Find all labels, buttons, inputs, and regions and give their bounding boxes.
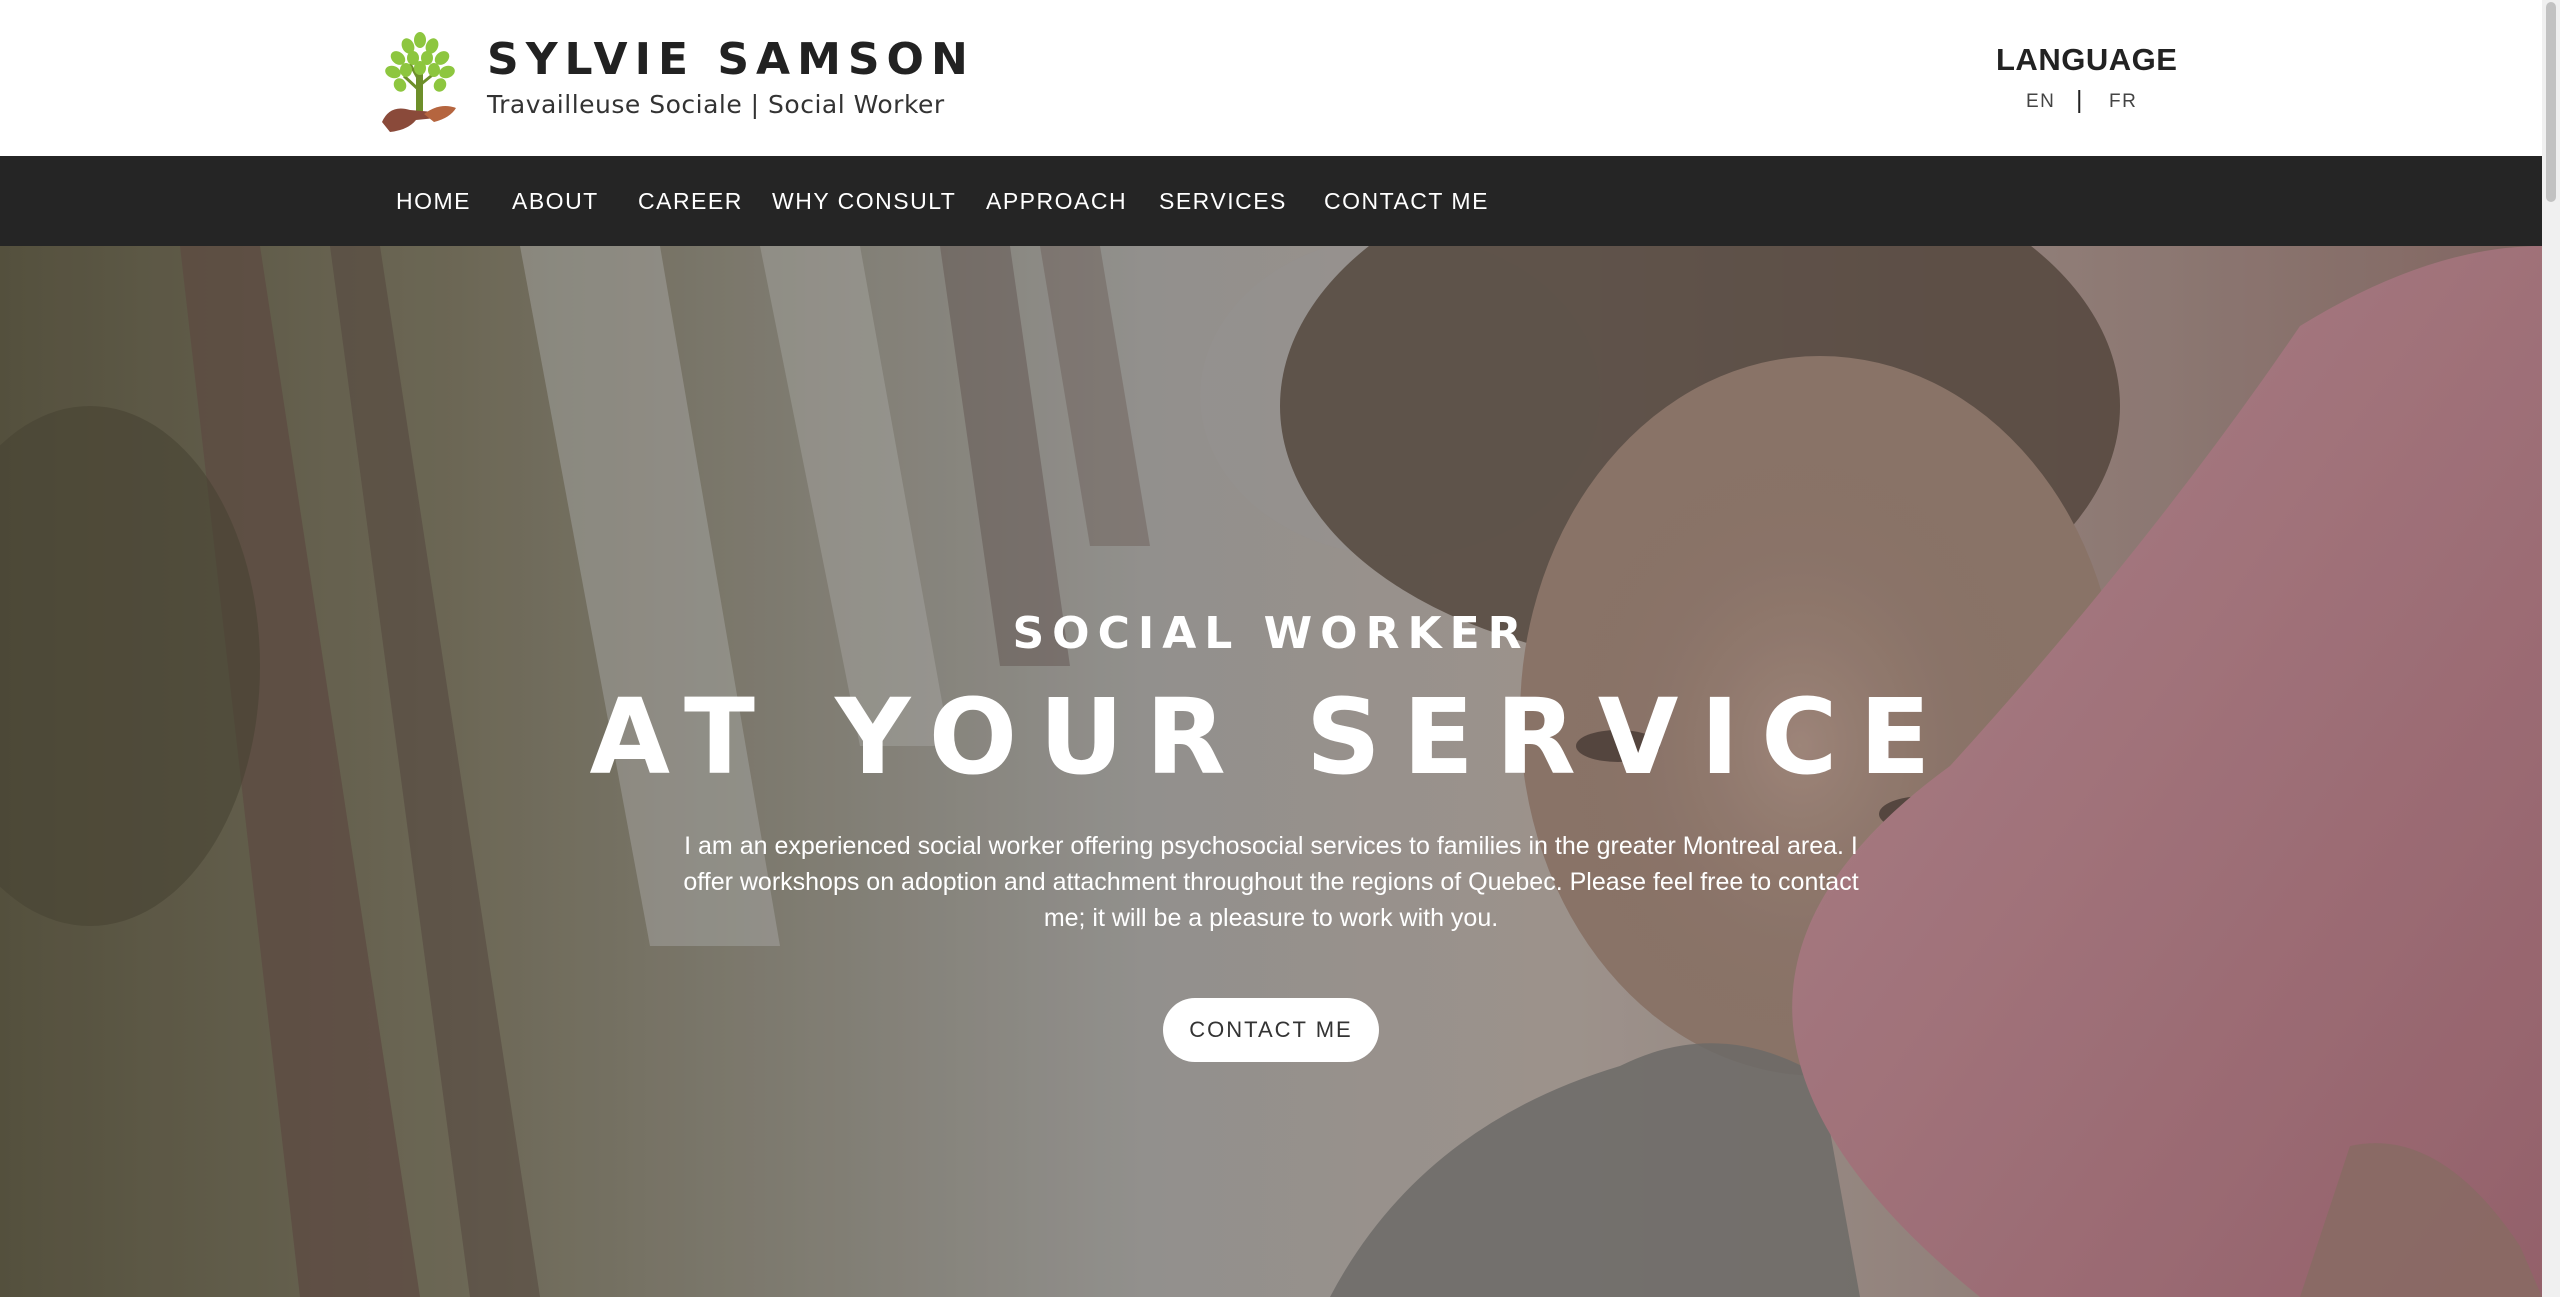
main-nav: HOME ABOUT CAREER WHY CONSULT APPROACH S…: [0, 156, 2542, 246]
language-heading: LANGUAGE: [1996, 42, 2178, 77]
site-header: SYLVIE SAMSON Travailleuse Sociale | Soc…: [0, 0, 2542, 156]
tree-in-hands-logo[interactable]: [380, 30, 460, 134]
hero-section: SOCIAL WORKER AT YOUR SERVICE I am an ex…: [0, 246, 2542, 1297]
scrollbar-thumb[interactable]: [2546, 2, 2556, 202]
language-fr-link[interactable]: FR: [2109, 91, 2137, 113]
hero-description: I am an experienced social worker offeri…: [683, 832, 1859, 932]
nav-item-home[interactable]: HOME: [396, 156, 471, 246]
nav-item-why-consult[interactable]: WHY CONSULT: [772, 156, 956, 246]
nav-item-services[interactable]: SERVICES: [1159, 156, 1287, 246]
language-en-link[interactable]: EN: [2026, 91, 2055, 113]
nav-item-approach[interactable]: APPROACH: [986, 156, 1127, 246]
nav-item-career[interactable]: CAREER: [638, 156, 743, 246]
contact-me-button[interactable]: CONTACT ME: [1163, 998, 1379, 1062]
nav-item-contact-me[interactable]: CONTACT ME: [1324, 156, 1489, 246]
nav-item-about[interactable]: ABOUT: [512, 156, 599, 246]
site-subtitle: Travailleuse Sociale | Social Worker: [487, 90, 945, 119]
hero-title: AT YOUR SERVICE: [589, 676, 1953, 798]
language-separator: |: [2076, 86, 2083, 114]
site-title[interactable]: SYLVIE SAMSON: [487, 34, 975, 85]
page-scrollbar[interactable]: [2542, 0, 2560, 1297]
hero-eyebrow: SOCIAL WORKER: [1012, 608, 1530, 659]
